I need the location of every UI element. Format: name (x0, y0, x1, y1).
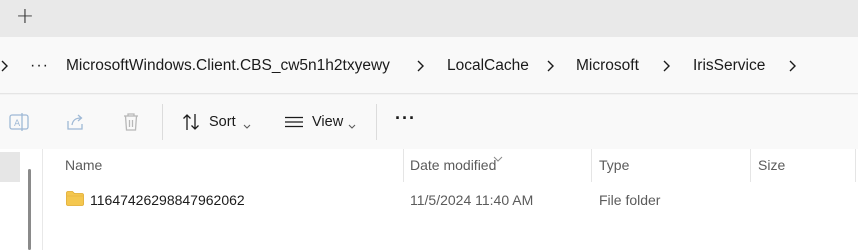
column-header-size[interactable]: Size (758, 149, 785, 182)
breadcrumb-more-button[interactable]: ··· (30, 57, 49, 75)
navigation-pane (0, 149, 43, 250)
nav-selected-item[interactable] (0, 152, 20, 182)
command-bar: A Sort View ··· (0, 95, 858, 149)
sort-indicator-icon (493, 149, 503, 167)
breadcrumb-separator-icon[interactable] (662, 60, 672, 72)
breadcrumb-separator-icon[interactable] (416, 60, 426, 72)
file-name: 11647426298847962062 (90, 192, 245, 208)
chevron-down-icon[interactable] (243, 117, 251, 135)
share-icon[interactable] (64, 111, 86, 133)
view-icon[interactable] (283, 111, 305, 133)
breadcrumb-item-localcache[interactable]: LocalCache (447, 37, 529, 94)
tab-strip: + (0, 0, 858, 37)
delete-icon[interactable] (120, 111, 142, 133)
view-button[interactable]: View (312, 114, 343, 130)
more-options-button[interactable]: ··· (395, 108, 416, 129)
nav-scrollbar[interactable] (28, 169, 31, 250)
column-header-name[interactable]: Name (65, 149, 102, 182)
chevron-down-icon[interactable] (348, 117, 356, 135)
column-header-date-modified[interactable]: Date modified (410, 149, 496, 182)
file-list-area: Name Date modified Type Size 11647426298… (0, 149, 858, 250)
breadcrumb-separator-icon[interactable] (788, 60, 798, 72)
sort-button[interactable]: Sort (209, 114, 236, 130)
column-divider[interactable] (855, 149, 856, 182)
breadcrumb-item-cbs[interactable]: MicrosoftWindows.Client.CBS_cw5n1h2txyew… (66, 37, 390, 94)
file-date-modified: 11/5/2024 11:40 AM (410, 192, 534, 208)
sort-icon[interactable] (180, 111, 202, 133)
breadcrumb-separator-icon[interactable] (546, 60, 556, 72)
column-divider[interactable] (750, 149, 751, 182)
column-header-type[interactable]: Type (599, 149, 629, 182)
breadcrumb: ··· MicrosoftWindows.Client.CBS_cw5n1h2t… (0, 37, 858, 94)
new-tab-button[interactable]: + (14, 6, 36, 28)
table-row[interactable]: 11647426298847962062 11/5/2024 11:40 AM … (44, 185, 858, 215)
column-divider[interactable] (591, 149, 592, 182)
toolbar-divider (376, 104, 377, 140)
breadcrumb-item-irisservice[interactable]: IrisService (693, 37, 765, 94)
folder-icon (66, 191, 84, 206)
rename-icon[interactable]: A (8, 111, 30, 133)
breadcrumb-overflow-chevron-icon[interactable] (0, 60, 10, 72)
breadcrumb-item-microsoft[interactable]: Microsoft (576, 37, 639, 94)
file-type: File folder (599, 192, 661, 208)
svg-text:A: A (14, 119, 21, 129)
toolbar-divider (162, 104, 163, 140)
column-divider[interactable] (403, 149, 404, 182)
